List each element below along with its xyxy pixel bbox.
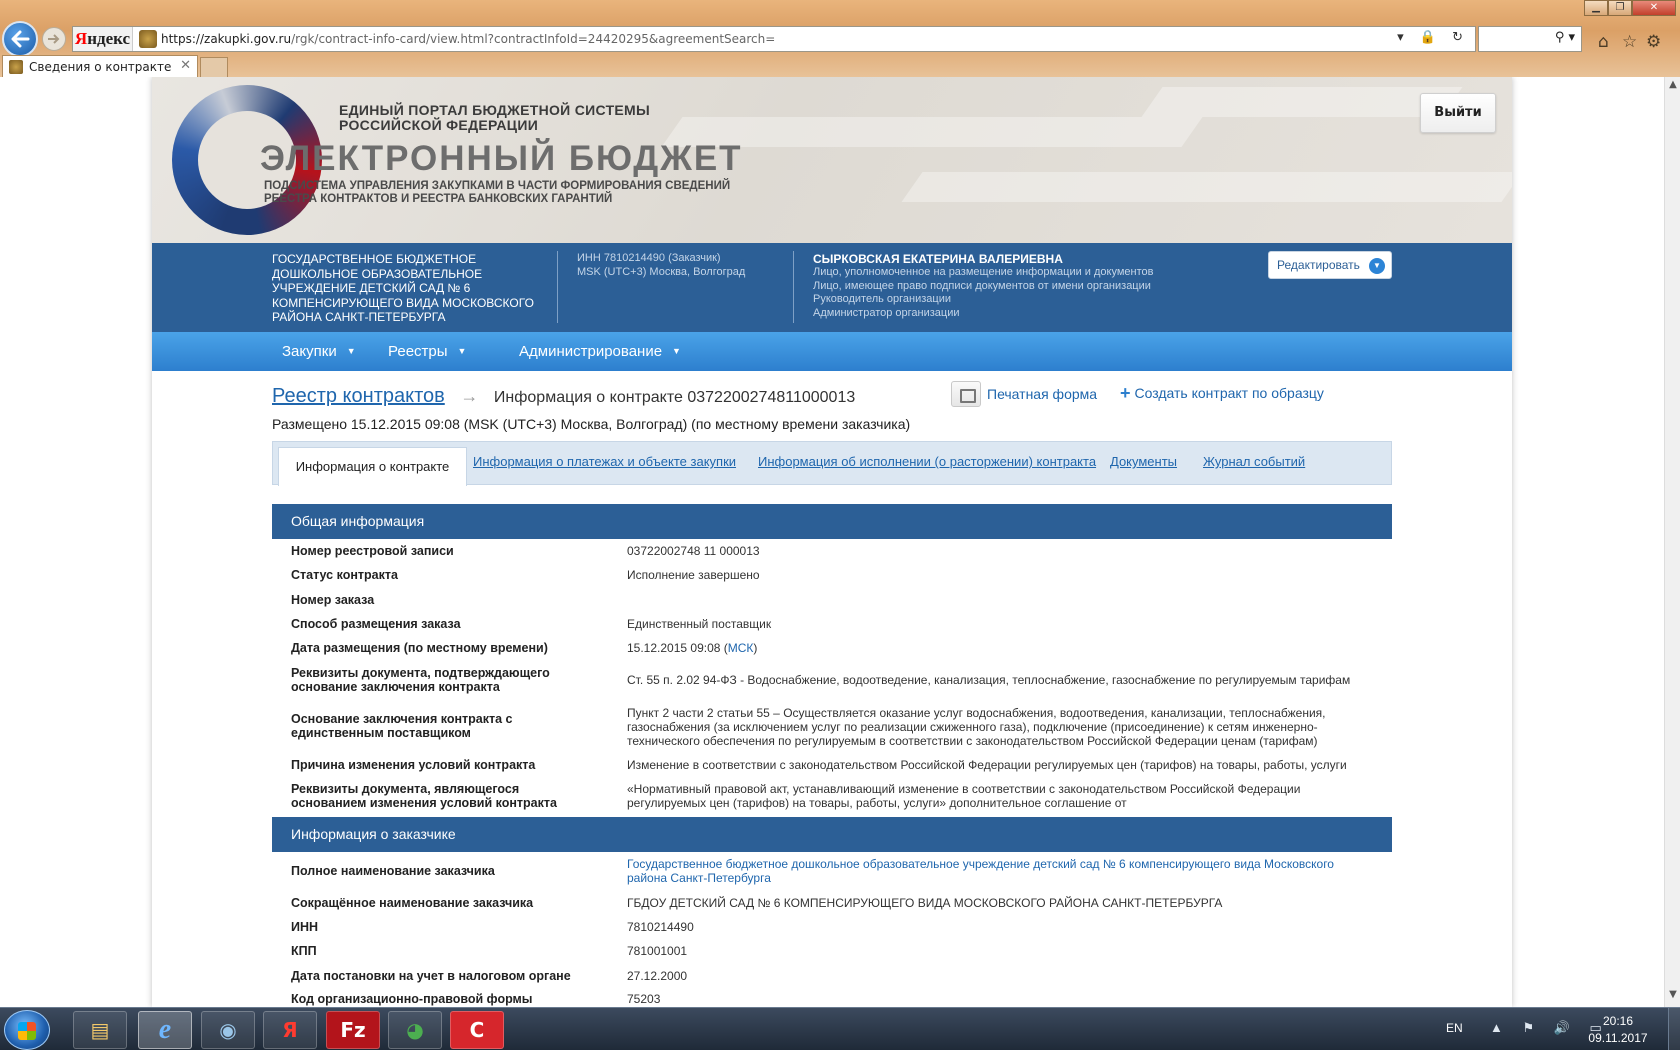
page-scrollbar[interactable]: ▲ ▼ [1664, 77, 1680, 1007]
divider [793, 251, 794, 323]
portal-subtitle: ПОДСИСТЕМА УПРАВЛЕНИЯ ЗАКУПКАМИ В ЧАСТИ … [264, 180, 731, 205]
windows-taskbar: ▤ e ◉ Я Fz ◕ C EN ▲ ⚑ 🔊 ▭ 20:16 09.11.20… [0, 1007, 1680, 1050]
portal-header: ЕДИНЫЙ ПОРТАЛ БЮДЖЕТНОЙ СИСТЕМЫ РОССИЙСК… [152, 77, 1512, 243]
app-icon[interactable]: C [450, 1011, 504, 1049]
tab-execution[interactable]: Информация об исполнении (о расторжении)… [758, 454, 1096, 469]
internet-explorer-icon[interactable]: e [138, 1011, 192, 1049]
caret-down-icon: ▼ [672, 346, 681, 356]
breadcrumb-link-registry[interactable]: Реестр контрактов [272, 385, 445, 407]
chevron-down-icon: ▼ [1369, 258, 1385, 274]
portal-title: ЕДИНЫЙ ПОРТАЛ БЮДЖЕТНОЙ СИСТЕМЫ РОССИЙСК… [339, 102, 651, 133]
create-contract-by-template-link[interactable]: + Создать контракт по образцу [1120, 383, 1324, 404]
divider [557, 251, 558, 323]
page-viewport: ЕДИНЫЙ ПОРТАЛ БЮДЖЕТНОЙ СИСТЕМЫ РОССИЙСК… [0, 77, 1664, 1007]
timezone-link[interactable]: МСК [728, 641, 754, 655]
contract-tabs: Информация о контракте Информация о плат… [272, 441, 1392, 486]
chrome-icon[interactable]: ◕ [388, 1011, 442, 1049]
printer-icon [951, 381, 981, 407]
portal-main-title: ЭЛЕКТРОННЫЙ БЮДЖЕТ [260, 139, 743, 178]
favorites-star-icon[interactable]: ☆ [1622, 32, 1637, 52]
tab-favicon-icon [9, 59, 23, 74]
address-bar[interactable]: Яндекс https://zakupki.gov.ru/rgk/contra… [72, 26, 1476, 52]
organization-bar: Государственное бюджетное дошкольное обр… [152, 243, 1512, 332]
yandex-browser-icon[interactable]: Я [263, 1011, 317, 1049]
scroll-down-icon[interactable]: ▼ [1665, 989, 1680, 1005]
home-icon[interactable]: ⌂ [1598, 32, 1609, 52]
forward-button[interactable] [42, 27, 66, 51]
tab-title: Сведения о контракте [29, 59, 172, 74]
plus-icon: + [1120, 383, 1131, 403]
caret-down-icon: ▼ [457, 346, 467, 356]
section-general-info: Общая информация [272, 504, 1392, 539]
site-favicon-icon [139, 30, 157, 48]
browser-search-input[interactable]: ⚲ ▾ [1478, 26, 1582, 52]
logout-button[interactable]: Выйти [1420, 93, 1496, 133]
close-tab-icon[interactable]: ✕ [180, 58, 191, 73]
browser-tab-row: Сведения о контракте ✕ [0, 55, 1680, 77]
new-tab-button[interactable] [200, 57, 228, 77]
user-name: СЫРКОВСКАЯ ЕКАТЕРИНА ВАЛЕРИЕВНА [813, 252, 1063, 266]
scroll-up-icon[interactable]: ▲ [1665, 79, 1680, 95]
tab-event-log[interactable]: Журнал событий [1203, 454, 1305, 469]
url-text[interactable]: https://zakupki.gov.ru/rgk/contract-info… [161, 32, 775, 46]
edit-profile-button[interactable]: Редактировать ▼ [1268, 251, 1392, 279]
filezilla-icon[interactable]: Fz [326, 1011, 380, 1049]
settings-gear-icon[interactable]: ⚙ [1646, 32, 1661, 52]
start-button[interactable] [4, 1010, 50, 1050]
system-tray: EN ▲ ⚑ 🔊 ▭ 20:16 09.11.2017 [1430, 1008, 1680, 1050]
menu-item-registries[interactable]: Реестры ▼ [388, 332, 466, 371]
tab-documents[interactable]: Документы [1110, 454, 1177, 469]
browser-titlebar: ▁ ❐ ✕ Яндекс https://zakupki.gov.ru/rgk/… [0, 0, 1680, 77]
yandex-logo[interactable]: Яндекс [73, 27, 133, 51]
minimize-button[interactable]: ▁ [1584, 0, 1608, 16]
clock-time[interactable]: 20:16 [1588, 1014, 1648, 1028]
restore-button[interactable]: ❐ [1608, 0, 1632, 16]
tab-contract-info[interactable]: Информация о контракте [278, 447, 467, 486]
close-window-button[interactable]: ✕ [1632, 0, 1676, 16]
posted-date: Размещено 15.12.2015 09:08 (MSK (UTC+3) … [272, 416, 911, 432]
window-controls: ▁ ❐ ✕ [1584, 0, 1676, 16]
forward-arrow-icon [48, 34, 60, 44]
breadcrumb: Реестр контрактов → Информация о контрак… [272, 385, 855, 408]
organization-inn: ИНН 7810214490 (Заказчик) MSK (UTC+3) Мо… [577, 252, 746, 278]
language-indicator[interactable]: EN [1446, 1021, 1463, 1035]
page-container: ЕДИНЫЙ ПОРТАЛ БЮДЖЕТНОЙ СИСТЕМЫ РОССИЙСК… [152, 77, 1512, 1007]
customer-full-name-link[interactable]: Государственное бюджетное дошкольное обр… [627, 857, 1377, 885]
navigation-row: Яндекс https://zakupki.gov.ru/rgk/contra… [0, 18, 1680, 58]
tab-payments[interactable]: Информация о платежах и объекте закупки [473, 454, 736, 469]
user-roles: Лицо, уполномоченное на размещение инфор… [813, 266, 1154, 319]
browser-tab-active[interactable]: Сведения о контракте ✕ [2, 55, 198, 77]
back-button[interactable] [2, 21, 38, 57]
arrow-right-icon: → [460, 386, 479, 406]
show-desktop-button[interactable] [1668, 1008, 1680, 1050]
organization-name: Государственное бюджетное дошкольное обр… [272, 252, 534, 324]
clock-date[interactable]: 09.11.2017 [1588, 1031, 1648, 1045]
menu-item-administration[interactable]: Администрирование ▼ [519, 332, 681, 371]
eye-app-icon[interactable]: ◉ [201, 1011, 255, 1049]
address-controls[interactable]: ▾ 🔒 ↻ [1397, 30, 1469, 45]
main-menu: Закупки ▼ Реестры ▼ Администрирование ▼ [152, 332, 1512, 371]
file-explorer-icon[interactable]: ▤ [73, 1011, 127, 1049]
page-title: Информация о контракте 03722002748110000… [493, 389, 856, 406]
menu-item-purchases[interactable]: Закупки ▼ [282, 332, 356, 371]
section-customer-info: Информация о заказчике [272, 817, 1392, 852]
print-form-button[interactable]: Печатная форма [951, 381, 1097, 407]
back-arrow-icon [11, 30, 30, 48]
caret-down-icon: ▼ [346, 346, 356, 356]
